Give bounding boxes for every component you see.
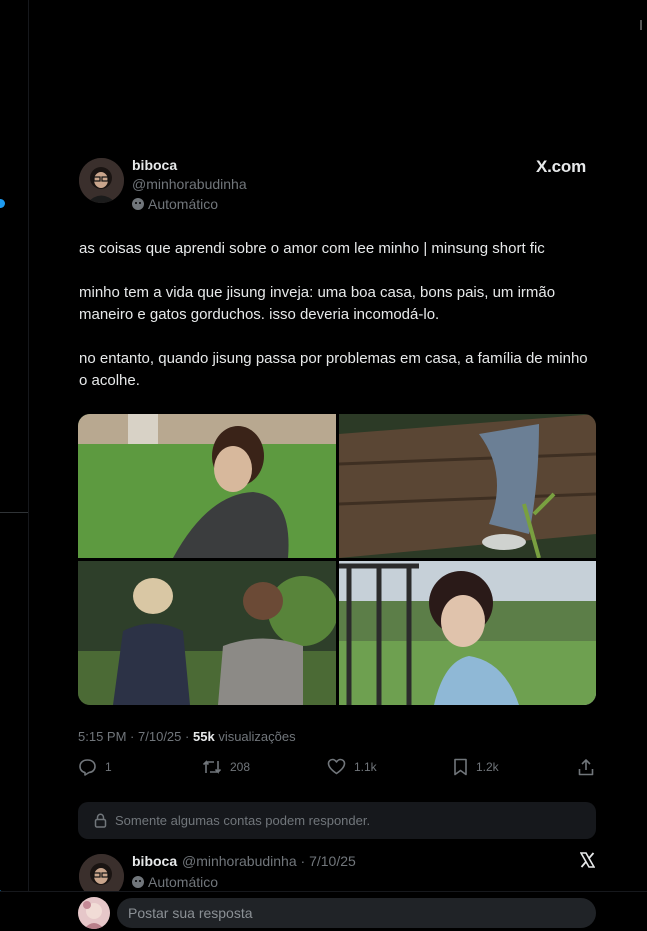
thread-automated-label: Automático (148, 874, 219, 890)
thread-date[interactable]: · 7/10/25 (301, 853, 356, 869)
tweet-meta: 5:15 PM · 7/10/25 · 55k visualizações (78, 729, 296, 744)
like-count: 1.1k (354, 759, 377, 774)
meta-separator: · (185, 729, 190, 744)
media-photo-4[interactable] (339, 561, 596, 705)
tweet-text: as coisas que aprendi sobre o amor com l… (79, 238, 599, 414)
reply-count: 1 (105, 760, 112, 774)
automated-badge: Automático (132, 196, 218, 212)
tweet-time[interactable]: 5:15 PM (78, 729, 126, 744)
thread-author-handle: @minhorabudinha · 7/10/25 (182, 853, 356, 869)
media-photo-2[interactable] (339, 414, 596, 558)
x-logo-icon[interactable] (580, 852, 595, 868)
bookmark-button[interactable]: 1.2k (453, 758, 499, 776)
repost-button[interactable]: 208 (202, 758, 250, 776)
sidebar-divider (0, 512, 28, 513)
tweet-date[interactable]: 7/10/25 (138, 729, 181, 744)
bot-icon (132, 876, 144, 888)
author-handle[interactable]: @minhorabudinha (132, 176, 247, 192)
reply-input-placeholder: Postar sua resposta (128, 905, 253, 921)
meta-separator: · (130, 729, 135, 744)
reply-restriction-text: Somente algumas contas podem responder. (115, 813, 371, 828)
author-avatar[interactable] (79, 158, 124, 203)
scrollbar-thumb[interactable] (640, 20, 642, 30)
repost-count: 208 (230, 760, 251, 774)
automated-label: Automático (148, 196, 219, 212)
reply-input[interactable]: Postar sua resposta (117, 898, 596, 928)
media-photo-3[interactable] (78, 561, 336, 705)
reply-icon (79, 759, 96, 776)
bot-icon (132, 198, 144, 210)
bookmark-icon (454, 758, 467, 776)
like-icon (327, 758, 346, 775)
views-count: 55k (192, 729, 215, 744)
thread-automated-badge: Automático (132, 874, 218, 890)
action-bar: 1 208 1.1k 1.2k (78, 758, 596, 780)
reply-restriction-notice: Somente algumas contas podem responder. (78, 802, 596, 839)
thread-author-name[interactable]: biboca (132, 853, 177, 869)
current-user-avatar[interactable] (78, 897, 110, 929)
lock-icon (94, 813, 107, 828)
media-photo-1[interactable] (78, 414, 336, 558)
tweet-paragraph: minho tem a vida que jisung inveja: uma … (79, 284, 556, 323)
share-button[interactable] (578, 758, 594, 776)
repost-icon (202, 760, 222, 774)
source-label[interactable]: X.com (536, 157, 586, 177)
bookmark-count: 1.2k (476, 760, 499, 774)
tweet-paragraph: as coisas que aprendi sobre o amor com l… (79, 240, 545, 257)
media-grid (78, 414, 596, 705)
left-sidebar (0, 0, 29, 930)
thread-handle-text[interactable]: @minhorabudinha (182, 853, 297, 869)
author-name[interactable]: biboca (132, 157, 177, 173)
share-icon (578, 759, 594, 776)
reply-button[interactable]: 1 (78, 758, 112, 776)
tweet-paragraph: no entanto, quando jisung passa por prob… (79, 350, 588, 389)
like-button[interactable]: 1.1k (327, 758, 377, 775)
views-label: visualizações (218, 729, 296, 744)
